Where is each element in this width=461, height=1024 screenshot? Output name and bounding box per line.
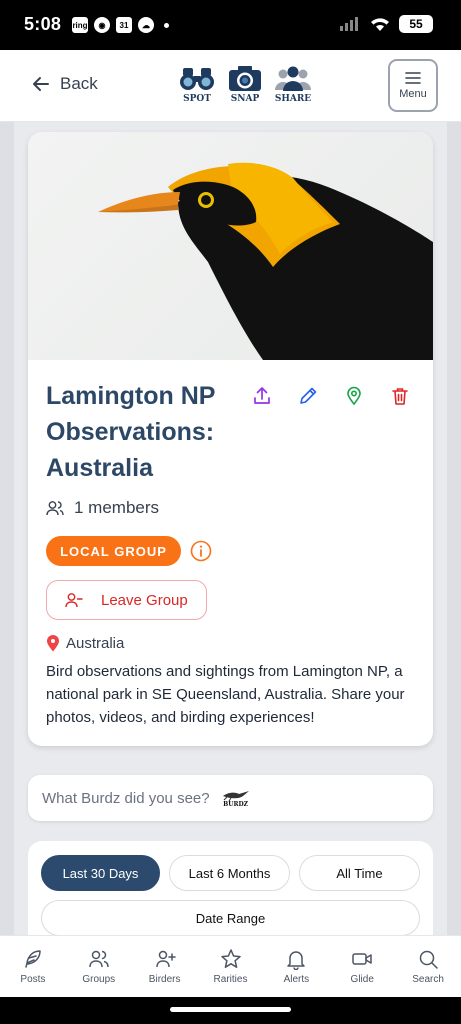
nav-groups[interactable]: Groups [66, 936, 132, 997]
star-icon [220, 949, 241, 968]
map-pin-icon [47, 635, 59, 652]
left-rail [0, 122, 14, 935]
edit-icon[interactable] [298, 386, 318, 406]
back-button[interactable]: Back [32, 74, 98, 94]
battery-indicator: 55 [399, 15, 433, 33]
group-description: Bird observations and sightings from Lam… [46, 663, 405, 726]
info-icon[interactable] [190, 540, 212, 562]
location-icon[interactable] [344, 386, 364, 406]
bird-photo [98, 162, 433, 360]
observation-search-input[interactable]: What Burdz did you see? BURDZ [28, 775, 433, 821]
cloud-icon: ☁ [138, 17, 154, 33]
share-label: SHARE [274, 94, 312, 104]
search-icon [419, 950, 438, 969]
groups-icon [89, 950, 109, 968]
burdz-label: BURDZ [223, 800, 249, 808]
hamburger-icon [405, 71, 421, 84]
leave-group-label: Leave Group [101, 591, 188, 609]
location-label: Australia [66, 635, 125, 652]
signal-icon [340, 17, 358, 31]
burdz-logo: BURDZ [220, 789, 252, 808]
home-indicator[interactable] [170, 1007, 291, 1012]
leave-group-button[interactable]: Leave Group [46, 580, 207, 620]
back-label: Back [60, 74, 98, 93]
delete-icon[interactable] [390, 386, 410, 406]
filter-all-time[interactable]: All Time [299, 855, 420, 891]
group-title: Lamington NP Observations: Australia [46, 382, 215, 482]
binoculars-icon [180, 68, 214, 90]
nav-birders-label: Birders [148, 974, 181, 985]
snap-label: SNAP [230, 94, 260, 104]
filter-last-6-months[interactable]: Last 6 Months [169, 855, 290, 891]
ring-icon: ring [72, 17, 88, 33]
status-time: 5:08 [24, 14, 62, 34]
snap-logo: SNAP [226, 64, 264, 104]
people-icon [275, 66, 311, 91]
app-logo[interactable]: SPOT SNAP SHARE [178, 64, 312, 104]
spot-logo: SPOT [178, 64, 216, 104]
nav-rarities[interactable]: Rarities [198, 936, 264, 997]
wifi-icon [371, 18, 389, 31]
nav-search-label: Search [412, 974, 444, 985]
nav-search[interactable]: Search [395, 936, 461, 997]
chrome-icon: ◉ [94, 17, 110, 33]
system-icons: 55 [339, 15, 433, 33]
filter-last-30-days[interactable]: Last 30 Days [41, 855, 160, 891]
bell-icon [287, 951, 306, 970]
bird-logo-icon [222, 790, 249, 801]
add-user-icon [155, 950, 176, 968]
group-card: Lamington NP Observations: Australia 1 m… [28, 132, 433, 746]
spot-label: SPOT [183, 94, 211, 104]
nav-alerts[interactable]: Alerts [263, 936, 329, 997]
user-minus-icon [65, 593, 83, 608]
app-header: Back SPOT SNAP SHARE Menu [0, 50, 461, 122]
nav-posts[interactable]: Posts [0, 936, 66, 997]
video-icon [352, 953, 372, 965]
camera-icon [229, 66, 261, 91]
right-rail [447, 122, 461, 935]
members-count: 1 members [46, 498, 159, 518]
nav-glide[interactable]: Glide [329, 936, 395, 997]
bottom-navigation: Posts Groups Birders Rarities Alerts Gli… [0, 935, 461, 997]
group-actions [252, 386, 410, 406]
group-photo [28, 132, 433, 360]
notification-icons: ring ◉ 31 ☁ [72, 17, 169, 33]
nav-alerts-label: Alerts [283, 974, 310, 985]
more-notifications-icon [164, 22, 169, 28]
share-icon[interactable] [252, 386, 272, 406]
nav-groups-label: Groups [82, 974, 116, 985]
nav-glide-label: Glide [350, 974, 374, 985]
menu-button[interactable]: Menu [388, 59, 438, 112]
search-placeholder: What Burdz did you see? [42, 789, 210, 807]
nav-birders[interactable]: Birders [132, 936, 198, 997]
arrow-left-icon [33, 77, 49, 91]
members-label: 1 members [74, 498, 160, 517]
calendar-icon: 31 [116, 17, 132, 33]
date-range-button[interactable]: Date Range [41, 900, 420, 936]
local-group-badge: LOCAL GROUP [46, 536, 181, 566]
nav-rarities-label: Rarities [213, 974, 248, 985]
nav-posts-label: Posts [20, 974, 46, 985]
feather-icon [25, 950, 41, 968]
users-icon [46, 501, 64, 516]
share-logo: SHARE [274, 64, 312, 104]
group-location: Australia [46, 635, 124, 652]
status-bar: 5:08 ring ◉ 31 ☁ 55 [0, 0, 461, 50]
home-indicator-area [0, 997, 461, 1024]
menu-label: Menu [399, 87, 427, 100]
